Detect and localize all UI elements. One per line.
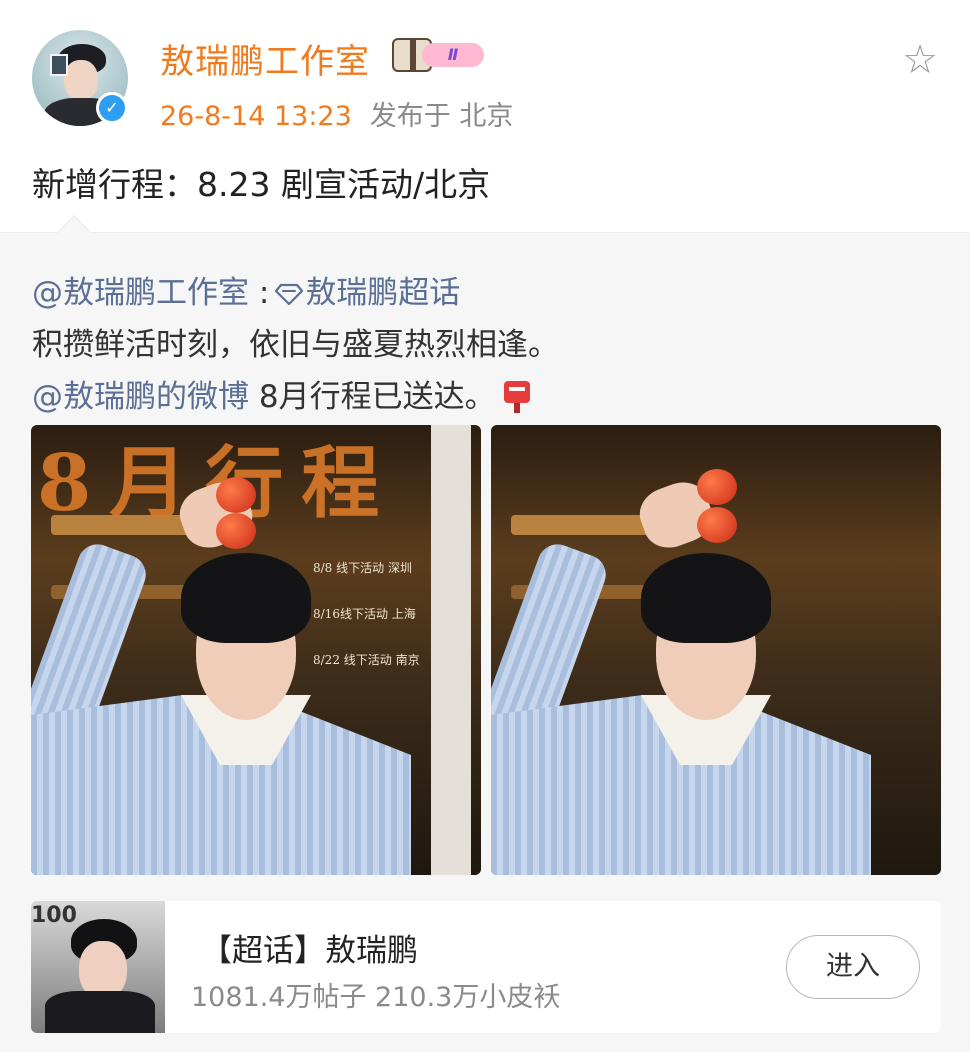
diamond-icon [275, 283, 304, 305]
mention-user-link[interactable]: @敖瑞鹏的微博 [32, 379, 249, 415]
enter-button[interactable]: 进入 [786, 935, 920, 999]
mailbox-icon [502, 379, 532, 413]
thumb-text: 100 [31, 903, 77, 928]
schedule-item: 8/16线下活动 上海 [313, 607, 416, 621]
schedule-item: 8/22 线下活动 南京 [313, 653, 420, 667]
repost-text-2: @敖瑞鹏的微博 8月行程已送达。 [32, 371, 532, 416]
fan-level: Ⅱ [422, 43, 484, 67]
separator: : [249, 275, 270, 311]
author-name[interactable]: 敖瑞鹏工作室 [160, 34, 370, 83]
mention-author-link[interactable]: @敖瑞鹏工作室 [32, 275, 249, 311]
post-text: 新增行程：8.23 剧宣活动/北京 [32, 165, 491, 204]
reposted-content[interactable]: @敖瑞鹏工作室 : 敖瑞鹏超话 积攒鲜活时刻，依旧与盛夏热烈相逢。 @敖瑞鹏的微… [0, 215, 970, 1052]
verified-icon: ✓ [96, 92, 128, 124]
topic-title: 【超话】敖瑞鹏 [201, 933, 418, 969]
repost-text: 积攒鲜活时刻，依旧与盛夏热烈相逢。 [32, 327, 559, 363]
super-topic-card[interactable]: 100 【超话】敖瑞鹏 1081.4万帖子 210.3万小皮袄 进入 [31, 901, 941, 1033]
schedule-item: 8/8 线下活动 深圳 [313, 561, 412, 575]
photo-portrait[interactable] [491, 425, 941, 875]
post-location: 发布于 北京 [369, 101, 514, 132]
post-time: 26-8-14 13:23 [160, 101, 352, 132]
star-icon[interactable]: ☆ [898, 38, 942, 82]
photo-schedule-poster[interactable]: 8月行程 8/8 线下活动 深圳 8/16线下活动 上海 8/22 线下活动 南… [31, 425, 481, 875]
topic-link[interactable]: 敖瑞鹏超话 [305, 275, 460, 311]
fan-badge-icon[interactable]: Ⅱ [392, 38, 486, 72]
post-meta: 26-8-14 13:23 发布于 北京 [160, 94, 513, 133]
topic-stats: 1081.4万帖子 210.3万小皮袄 [191, 982, 561, 1013]
repost-header: @敖瑞鹏工作室 : 敖瑞鹏超话 [32, 267, 460, 312]
repost-text-tail: 8月行程已送达。 [249, 379, 496, 415]
topic-thumbnail: 100 [31, 901, 165, 1033]
